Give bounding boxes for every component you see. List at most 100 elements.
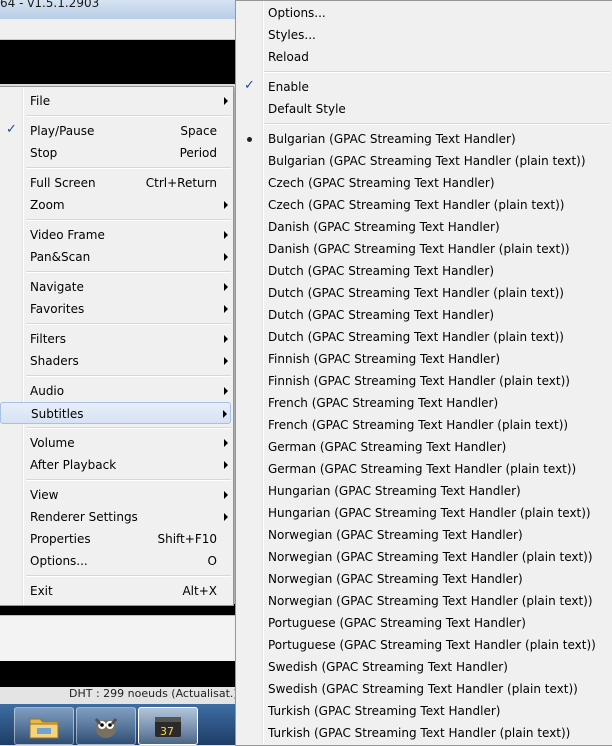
subtitle-track-item[interactable]: Swedish (GPAC Streaming Text Handler (pl… xyxy=(238,678,610,700)
info-bar xyxy=(0,661,236,687)
submenu-item-enable[interactable]: ✓ Enable xyxy=(238,76,610,98)
menu-separator xyxy=(264,123,610,125)
menu-item-subtitles[interactable]: Subtitles xyxy=(0,402,231,424)
menu-item-pan-scan[interactable]: Pan&Scan xyxy=(0,246,231,268)
taskbar-button-explorer[interactable] xyxy=(14,707,74,745)
menu-item-volume[interactable]: Volume xyxy=(0,432,231,454)
menu-item-label: Finnish (GPAC Streaming Text Handler (pl… xyxy=(268,374,570,388)
submenu-item-reload[interactable]: Reload xyxy=(238,46,610,68)
subtitle-track-item[interactable]: Finnish (GPAC Streaming Text Handler) xyxy=(238,348,610,370)
menu-item-label: Options... xyxy=(30,554,88,568)
menu-item-label: Hungarian (GPAC Streaming Text Handler) xyxy=(268,484,521,498)
menu-item-play-pause[interactable]: ✓ Play/Pause Space xyxy=(0,120,231,142)
submenu-item-styles[interactable]: Styles... xyxy=(238,24,610,46)
gimp-icon xyxy=(94,718,118,738)
menu-item-label: Norwegian (GPAC Streaming Text Handler (… xyxy=(268,550,593,564)
menu-item-video-frame[interactable]: Video Frame xyxy=(0,224,231,246)
menu-item-favorites[interactable]: Favorites xyxy=(0,298,231,320)
menu-item-after-playback[interactable]: After Playback xyxy=(0,454,231,476)
menu-item-renderer-settings[interactable]: Renderer Settings xyxy=(0,506,231,528)
subtitle-track-item[interactable]: Norwegian (GPAC Streaming Text Handler (… xyxy=(238,546,610,568)
menu-item-label: Styles... xyxy=(268,28,316,42)
menu-separator xyxy=(26,427,231,429)
menu-item-shortcut: Period xyxy=(179,146,217,160)
menu-item-label: Portuguese (GPAC Streaming Text Handler … xyxy=(268,638,596,652)
menu-item-label: French (GPAC Streaming Text Handler (pla… xyxy=(268,418,569,432)
menu-item-options[interactable]: Options... O xyxy=(0,550,231,572)
submenu-arrow-icon xyxy=(224,439,228,447)
menu-separator xyxy=(26,479,231,481)
menu-item-stop[interactable]: Stop Period xyxy=(0,142,231,164)
menu-item-label: Dutch (GPAC Streaming Text Handler (plai… xyxy=(268,286,564,300)
toolbar-area xyxy=(0,615,236,662)
menu-item-shortcut: Alt+X xyxy=(182,584,217,598)
menu-item-label: French (GPAC Streaming Text Handler) xyxy=(268,396,499,410)
subtitle-track-item[interactable]: Czech (GPAC Streaming Text Handler (plai… xyxy=(238,194,610,216)
subtitle-track-item[interactable]: Turkish (GPAC Streaming Text Handler) xyxy=(238,700,610,722)
subtitle-track-item[interactable]: French (GPAC Streaming Text Handler (pla… xyxy=(238,414,610,436)
menu-item-shortcut: Ctrl+Return xyxy=(145,176,217,190)
subtitle-track-item[interactable]: French (GPAC Streaming Text Handler) xyxy=(238,392,610,414)
menu-item-shaders[interactable]: Shaders xyxy=(0,350,231,372)
submenu-arrow-icon xyxy=(224,283,228,291)
subtitle-track-item[interactable]: Dutch (GPAC Streaming Text Handler) xyxy=(238,304,610,326)
subtitle-track-item[interactable]: Hungarian (GPAC Streaming Text Handler) xyxy=(238,480,610,502)
submenu-arrow-icon xyxy=(224,491,228,499)
submenu-item-options[interactable]: Options... xyxy=(238,2,610,24)
menu-item-zoom[interactable]: Zoom xyxy=(0,194,231,216)
subtitle-track-item[interactable]: Czech (GPAC Streaming Text Handler) xyxy=(238,172,610,194)
menu-separator xyxy=(26,167,231,169)
submenu-arrow-icon xyxy=(224,97,228,105)
menu-item-label: Dutch (GPAC Streaming Text Handler) xyxy=(268,308,495,322)
menu-item-label: Enable xyxy=(268,80,309,94)
menu-item-label: Danish (GPAC Streaming Text Handler) xyxy=(268,220,500,234)
subtitle-track-item[interactable]: Finnish (GPAC Streaming Text Handler (pl… xyxy=(238,370,610,392)
menu-item-label: Exit xyxy=(30,584,53,598)
menu-item-view[interactable]: View xyxy=(0,484,231,506)
menu-item-label: Czech (GPAC Streaming Text Handler) xyxy=(268,176,495,190)
menu-item-label: File xyxy=(30,94,51,108)
submenu-arrow-icon xyxy=(224,335,228,343)
subtitle-track-item[interactable]: German (GPAC Streaming Text Handler (pla… xyxy=(238,458,610,480)
menu-item-shortcut: Shift+F10 xyxy=(157,532,217,546)
subtitle-track-item[interactable]: Norwegian (GPAC Streaming Text Handler) xyxy=(238,568,610,590)
subtitle-track-item[interactable]: Portuguese (GPAC Streaming Text Handler … xyxy=(238,634,610,656)
menu-item-exit[interactable]: Exit Alt+X xyxy=(0,580,231,602)
menu-item-label: Bulgarian (GPAC Streaming Text Handler (… xyxy=(268,154,586,168)
subtitle-track-item[interactable]: Turkish (GPAC Streaming Text Handler (pl… xyxy=(238,722,610,744)
menu-item-label: Bulgarian (GPAC Streaming Text Handler) xyxy=(268,132,516,146)
subtitle-track-item[interactable]: Dutch (GPAC Streaming Text Handler) xyxy=(238,260,610,282)
subtitle-track-item[interactable]: Dutch (GPAC Streaming Text Handler (plai… xyxy=(238,326,610,348)
menu-item-navigate[interactable]: Navigate xyxy=(0,276,231,298)
menu-item-full-screen[interactable]: Full Screen Ctrl+Return xyxy=(0,172,231,194)
subtitle-track-item[interactable]: Dutch (GPAC Streaming Text Handler (plai… xyxy=(238,282,610,304)
menu-item-file[interactable]: File xyxy=(0,90,231,112)
subtitle-track-item[interactable]: Portuguese (GPAC Streaming Text Handler) xyxy=(238,612,610,634)
subtitle-track-item[interactable]: Danish (GPAC Streaming Text Handler (pla… xyxy=(238,238,610,260)
subtitle-track-item[interactable]: Swedish (GPAC Streaming Text Handler) xyxy=(238,656,610,678)
subtitle-track-item[interactable]: Norwegian (GPAC Streaming Text Handler (… xyxy=(238,590,610,612)
subtitle-track-item[interactable]: Bulgarian (GPAC Streaming Text Handler (… xyxy=(238,150,610,172)
menu-separator xyxy=(26,375,231,377)
subtitle-track-item[interactable]: Danish (GPAC Streaming Text Handler) xyxy=(238,216,610,238)
radio-bullet-icon xyxy=(247,137,252,142)
subtitle-track-item[interactable]: Hungarian (GPAC Streaming Text Handler (… xyxy=(238,502,610,524)
submenu-arrow-icon xyxy=(224,201,228,209)
context-menu: File ✓ Play/Pause Space Stop Period Full Scree… xyxy=(0,86,234,606)
subtitle-track-item[interactable]: Bulgarian (GPAC Streaming Text Handler) xyxy=(238,128,610,150)
menu-separator xyxy=(26,271,231,273)
subtitle-track-item[interactable]: German (GPAC Streaming Text Handler) xyxy=(238,436,610,458)
taskbar-button-gimp[interactable] xyxy=(76,707,136,745)
menu-item-filters[interactable]: Filters xyxy=(0,328,231,350)
media-player-classic-icon: 37 xyxy=(155,717,181,738)
menu-item-label: Turkish (GPAC Streaming Text Handler) xyxy=(268,704,501,718)
taskbar-button-media-player[interactable]: 37 xyxy=(138,707,198,745)
file-explorer-icon xyxy=(29,718,59,739)
menu-item-audio[interactable]: Audio xyxy=(0,380,231,402)
menu-item-label: Dutch (GPAC Streaming Text Handler) xyxy=(268,264,495,278)
checkmark-icon: ✓ xyxy=(6,122,17,137)
submenu-item-default-style[interactable]: Default Style xyxy=(238,98,610,120)
menu-item-properties[interactable]: Properties Shift+F10 xyxy=(0,528,231,550)
subtitle-track-item[interactable]: Norwegian (GPAC Streaming Text Handler) xyxy=(238,524,610,546)
menu-item-label: Play/Pause xyxy=(30,124,95,138)
